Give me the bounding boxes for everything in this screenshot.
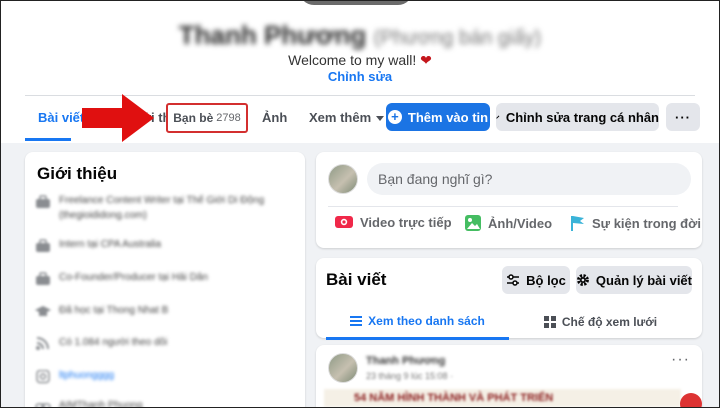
intro-item-education: Đã học tại Thong Nhat B bbox=[35, 303, 300, 319]
post-author-name[interactable]: Thanh Phương bbox=[366, 355, 445, 367]
add-to-story-button[interactable]: + Thêm vào tin bbox=[386, 103, 490, 131]
tab-friends[interactable]: Bạn bè 2798 bbox=[166, 103, 248, 133]
intro-item-text: ltphuongggg bbox=[59, 370, 115, 381]
edit-bio-link[interactable]: Chỉnh sửa bbox=[0, 69, 720, 84]
manage-posts-button[interactable]: Quản lý bài viết bbox=[576, 266, 692, 294]
post-image-red-circle bbox=[680, 393, 702, 408]
tab-photos[interactable]: Ảnh bbox=[262, 110, 287, 125]
grid-view-label: Chế độ xem lưới bbox=[561, 315, 658, 329]
post-more-icon[interactable]: ··· bbox=[671, 351, 690, 369]
intro-item-text: Intern tại CPA Australia bbox=[59, 239, 162, 250]
live-video-button[interactable]: Video trực tiếp bbox=[334, 214, 452, 230]
profile-bio: Welcome to my wall! ❤ bbox=[288, 52, 432, 68]
composer-divider bbox=[328, 206, 678, 207]
life-event-label: Sự kiện trong đời bbox=[592, 215, 701, 231]
profile-name: Thanh Phương (Phương bán giấy) bbox=[178, 20, 542, 50]
avatar[interactable] bbox=[328, 164, 358, 194]
tab-more-label: Xem thêm bbox=[309, 110, 372, 125]
briefcase-icon bbox=[36, 239, 50, 252]
live-video-icon bbox=[335, 216, 353, 228]
profile-nickname: (Phương bán giấy) bbox=[373, 27, 542, 49]
intro-item-followers: Có 1.084 người theo dõi bbox=[35, 335, 300, 351]
gear-icon bbox=[576, 274, 589, 286]
edit-profile-button[interactable]: Chỉnh sửa trang cá nhân bbox=[496, 103, 659, 131]
intro-item-text: Co-Founder/Producer tại Hải Dân bbox=[59, 272, 208, 283]
more-options-button[interactable]: ··· bbox=[666, 103, 700, 131]
graduation-cap-icon bbox=[35, 306, 51, 316]
live-video-label: Video trực tiếp bbox=[360, 214, 452, 230]
intro-item-text: Có 1.084 người theo dõi bbox=[59, 337, 168, 348]
filter-label: Bộ lọc bbox=[526, 272, 566, 288]
profile-picture-edge bbox=[296, 0, 416, 8]
link-icon bbox=[35, 403, 51, 408]
instagram-icon bbox=[36, 370, 50, 384]
chevron-down-icon bbox=[376, 116, 385, 122]
intro-card: Giới thiệu Freelance Content Writer tại … bbox=[25, 152, 305, 408]
tab-more[interactable]: Xem thêm bbox=[309, 110, 385, 125]
composer-card: Bạn đang nghĩ gì? Video trực tiếp Ảnh/Vi… bbox=[316, 152, 702, 248]
heart-icon: ❤ bbox=[420, 52, 432, 68]
intro-item-text: Đã học tại Thong Nhat B bbox=[59, 305, 169, 316]
rss-icon bbox=[36, 337, 49, 350]
posts-header-card: Bài viết Bộ lọc Quản lý bài viết Xem the… bbox=[316, 258, 702, 340]
intro-item-text: Freelance Content Writer tại Thế Giới Di… bbox=[59, 195, 265, 221]
active-tab-indicator bbox=[25, 138, 71, 141]
red-arrow-annotation bbox=[82, 94, 154, 142]
list-icon bbox=[350, 315, 363, 326]
filter-button[interactable]: Bộ lọc bbox=[502, 266, 570, 294]
tab-friends-label: Bạn bè bbox=[173, 111, 214, 125]
list-view-label: Xem theo danh sách bbox=[368, 313, 485, 328]
intro-item-text: AIMThanh Phuong bbox=[59, 400, 143, 408]
whats-on-your-mind-input[interactable]: Bạn đang nghĩ gì? bbox=[367, 163, 691, 195]
posts-title: Bài viết bbox=[326, 270, 387, 289]
tab-posts[interactable]: Bài viết bbox=[38, 110, 84, 125]
photo-video-icon bbox=[465, 215, 481, 231]
photo-video-button[interactable]: Ảnh/Video bbox=[464, 214, 552, 232]
intro-item-link[interactable]: AIMThanh Phuong bbox=[35, 398, 300, 408]
add-to-story-label: Thêm vào tin bbox=[407, 109, 489, 125]
post-author-avatar[interactable] bbox=[328, 353, 358, 383]
post-timestamp[interactable]: 23 tháng 9 lúc 15:08 · bbox=[366, 371, 453, 381]
intro-title: Giới thiệu bbox=[37, 164, 118, 183]
briefcase-icon bbox=[36, 195, 50, 208]
tab-list-view[interactable]: Xem theo danh sách bbox=[326, 304, 509, 340]
life-event-button[interactable]: Sự kiện trong đời bbox=[568, 214, 701, 232]
photo-video-label: Ảnh/Video bbox=[488, 215, 553, 231]
plus-icon: + bbox=[387, 110, 402, 124]
post-image-banner[interactable]: 54 NĂM HÌNH THÀNH VÀ PHÁT TRIỂN bbox=[324, 389, 681, 407]
tab-grid-view[interactable]: Chế độ xem lưới bbox=[509, 304, 692, 340]
edit-profile-label: Chỉnh sửa trang cá nhân bbox=[505, 109, 659, 125]
intro-item-instagram[interactable]: ltphuongggg bbox=[35, 368, 300, 384]
intro-item-work-2: Intern tại CPA Australia bbox=[35, 237, 300, 253]
grid-icon bbox=[543, 316, 556, 328]
sliders-icon bbox=[507, 274, 520, 286]
flag-icon bbox=[571, 216, 584, 231]
post-card: Thanh Phương 23 tháng 9 lúc 15:08 · ··· … bbox=[316, 345, 702, 408]
intro-item-work-1: Freelance Content Writer tại Thế Giới Di… bbox=[35, 193, 300, 223]
briefcase-icon bbox=[36, 272, 50, 285]
manage-posts-label: Quản lý bài viết bbox=[595, 272, 692, 288]
more-options-icon: ··· bbox=[675, 109, 691, 125]
intro-item-work-3: Co-Founder/Producer tại Hải Dân bbox=[35, 270, 300, 286]
pencil-icon bbox=[496, 115, 500, 119]
friends-count: 2798 bbox=[216, 112, 241, 124]
